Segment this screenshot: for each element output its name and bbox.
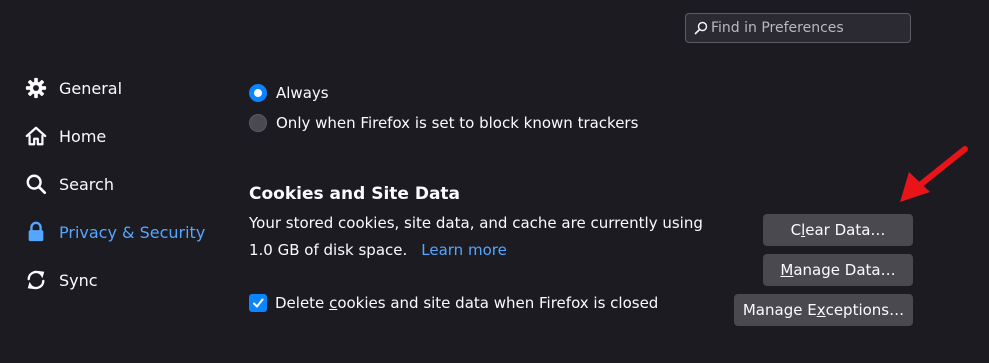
manage-exceptions-button[interactable]: Manage Ex ceptions… (734, 294, 913, 326)
sidebar-item-sync[interactable]: Sync (25, 266, 98, 294)
label-part: Delete (275, 294, 330, 312)
label-part: ceptions… (825, 301, 905, 319)
radio-always[interactable]: Always (249, 83, 329, 103)
sidebar-item-label: Search (59, 174, 114, 194)
delete-on-close-row[interactable]: Delete cookies and site data when Firefo… (249, 294, 658, 312)
manage-data-button[interactable]: Manage Data… (763, 254, 913, 286)
radio-label: Always (276, 84, 329, 102)
search-input[interactable] (711, 20, 901, 36)
checkbox-label: Delete cookies and site data when Firefo… (275, 294, 658, 312)
label-part: C (790, 221, 802, 239)
clear-data-button[interactable]: Cl ear Data… (763, 214, 913, 246)
sidebar-item-home[interactable]: Home (25, 122, 106, 150)
preferences-page: General Home Search Privacy & Security S… (0, 0, 989, 363)
gear-icon (25, 77, 47, 99)
label-part: anage Data… (793, 261, 896, 279)
checkmark-icon (253, 298, 264, 308)
radio-button-unchecked[interactable] (249, 114, 267, 132)
sidebar-item-label: Sync (59, 270, 98, 290)
section-title: Cookies and Site Data (249, 184, 461, 204)
search-icon (26, 174, 47, 195)
annotation-arrow-icon (900, 146, 968, 202)
learn-more-link[interactable]: Learn more (421, 241, 507, 259)
accesskey: M (780, 261, 794, 279)
sidebar-item-label: Privacy & Security (59, 222, 206, 242)
home-icon (25, 126, 47, 146)
sidebar-item-search[interactable]: Search (25, 170, 114, 198)
sidebar-item-label: Home (59, 126, 107, 146)
storage-usage: 1.0 GB of disk space. (249, 241, 408, 259)
radio-button-checked[interactable] (249, 84, 267, 102)
sidebar-item-general[interactable]: General (25, 74, 122, 102)
label-part: Manage E (742, 301, 817, 319)
label-part: ookies and site data when Firefox is clo… (337, 294, 659, 312)
storage-usage-line: 1.0 GB of disk space. Learn more (249, 241, 507, 259)
label-part: ear Data… (805, 221, 886, 239)
delete-on-close-checkbox[interactable] (249, 294, 267, 312)
sync-icon (27, 270, 45, 290)
lock-icon (28, 221, 44, 242)
sidebar-item-privacy-security[interactable]: Privacy & Security (25, 218, 205, 246)
search-box[interactable] (685, 13, 911, 43)
sidebar-item-label: General (59, 78, 123, 98)
radio-only-when-blocking[interactable]: Only when Firefox is set to block known … (249, 113, 638, 133)
search-icon (694, 21, 708, 35)
accesskey: x (816, 301, 826, 319)
storage-description: Your stored cookies, site data, and cach… (249, 214, 703, 232)
radio-label: Only when Firefox is set to block known … (276, 114, 639, 132)
